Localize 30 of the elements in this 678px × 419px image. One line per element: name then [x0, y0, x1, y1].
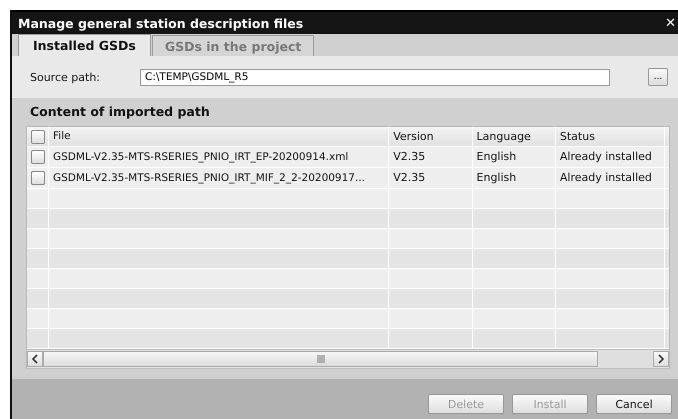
close-button[interactable]: ✕ — [663, 16, 678, 30]
column-header[interactable]: Language — [472, 127, 556, 146]
table-cell: English — [472, 168, 556, 188]
table-cell: Already installed — [556, 168, 665, 188]
chevron-right-icon — [657, 354, 665, 364]
section-title: Content of imported path — [29, 103, 211, 121]
checkbox[interactable] — [30, 150, 44, 164]
table-cell: V2.35 — [389, 147, 473, 167]
horizontal-scrollbar[interactable] — [27, 349, 669, 368]
chevron-left-icon — [31, 354, 39, 364]
browse-button[interactable]: ... — [648, 68, 668, 86]
table-cell: GSDML-V2.35-MTS-RSERIES_PNIO_IRT_EP-20200914.xml — [49, 147, 390, 167]
scroll-right-button[interactable] — [653, 351, 669, 367]
checkbox[interactable] — [30, 171, 44, 185]
source-path-field[interactable]: C:\TEMP\GSDML_R5 — [140, 68, 610, 86]
window-title: Manage general station description files — [17, 16, 304, 30]
source-path-label: Source path: — [30, 70, 101, 84]
table-cell: V2.35 — [389, 168, 473, 188]
column-header[interactable]: Status — [556, 127, 665, 146]
scroll-left-button[interactable] — [27, 351, 43, 367]
grip-icon — [316, 355, 324, 363]
table-cell: Already installed — [556, 147, 665, 167]
table-cell: English — [472, 147, 556, 167]
column-header[interactable]: File — [49, 127, 390, 146]
table-cell: GSDML-V2.35-MTS-RSERIES_PNIO_IRT_MIF_2_2-20200917... — [49, 168, 390, 188]
checkbox[interactable] — [30, 130, 44, 144]
dialog-button[interactable]: Cancel — [596, 394, 672, 414]
tab[interactable]: Installed GSDs — [18, 34, 151, 56]
column-header[interactable]: Version — [389, 127, 473, 146]
scrollbar-thumb[interactable] — [43, 351, 598, 367]
